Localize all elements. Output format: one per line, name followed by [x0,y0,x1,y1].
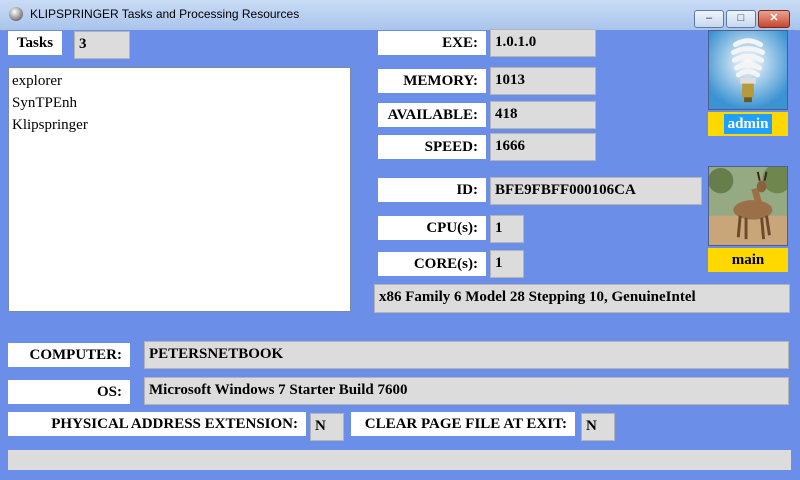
task-list[interactable]: explorer SynTPEnh Klipspringer [8,67,351,312]
processor-value: x86 Family 6 Model 28 Stepping 10, Genui… [374,284,790,313]
minimize-button[interactable]: – [694,10,724,28]
admin-caption: admin [708,112,788,136]
minimize-icon: – [705,12,713,24]
cores-label: CORE(s): [378,252,486,276]
os-label: OS: [8,380,130,404]
exe-value: 1.0.1.0 [490,29,596,57]
light-bulb-icon [709,31,787,109]
speed-label: SPEED: [378,135,486,159]
list-item[interactable]: explorer [12,70,347,92]
app-icon [9,7,23,21]
tasks-label: Tasks [8,31,62,55]
user-picture [708,30,788,110]
memory-label: MEMORY: [378,69,486,93]
available-value: 418 [490,101,596,129]
maximize-button[interactable]: □ [726,10,756,28]
speed-value: 1666 [490,133,596,161]
status-bar [8,450,791,470]
computer-value: PETERSNETBOOK [144,341,789,369]
available-label: AVAILABLE: [378,103,486,127]
memory-value: 1013 [490,67,596,95]
cpus-value: 1 [490,215,524,243]
pae-label: PHYSICAL ADDRESS EXTENSION: [8,412,306,436]
thread-picture [708,166,788,246]
exe-label: EXE: [378,31,486,55]
pae-value: N [310,413,344,441]
close-button[interactable]: ✕ [758,10,790,28]
list-item[interactable]: Klipspringer [12,114,347,136]
window-title: KLIPSPRINGER Tasks and Processing Resour… [30,7,300,21]
main-panel: Tasks 3 explorer SynTPEnh Klipspringer E… [6,29,795,474]
antelope-image [709,167,787,245]
tasks-count: 3 [74,31,130,59]
title-bar: KLIPSPRINGER Tasks and Processing Resour… [0,0,800,31]
cores-value: 1 [490,250,524,278]
computer-label: COMPUTER: [8,343,130,367]
cpus-label: CPU(s): [378,216,486,240]
main-caption: main [708,248,788,272]
os-value: Microsoft Windows 7 Starter Build 7600 [144,377,789,405]
admin-label: admin [723,114,773,134]
maximize-icon: □ [737,12,745,24]
clear-page-label: CLEAR PAGE FILE AT EXIT: [351,412,575,436]
list-item[interactable]: SynTPEnh [12,92,347,114]
id-value: BFE9FBFF000106CA [490,177,702,205]
clear-page-value: N [581,413,615,441]
close-icon: ✕ [769,12,779,24]
id-label: ID: [378,178,486,202]
